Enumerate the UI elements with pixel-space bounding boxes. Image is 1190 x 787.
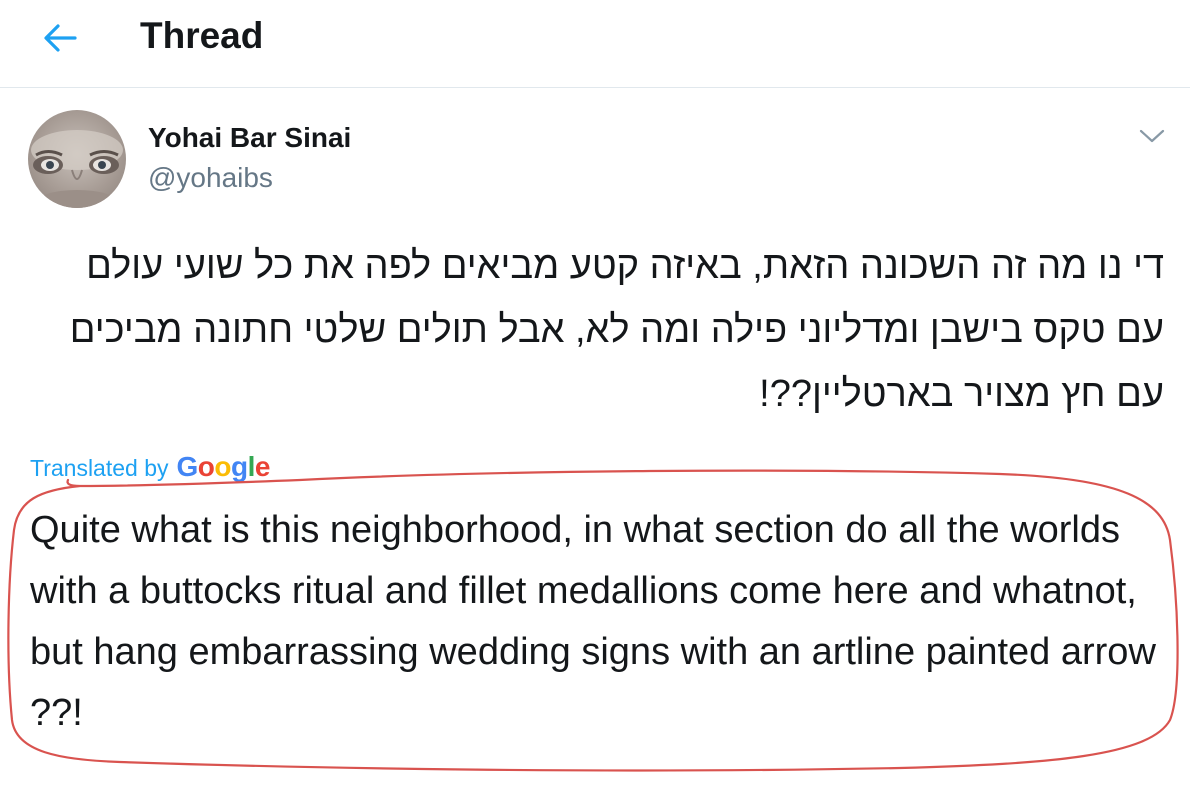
google-logo-letter: e: [254, 451, 271, 482]
avatar[interactable]: [28, 110, 126, 208]
thread-header: Thread: [0, 0, 1190, 88]
google-logo: Google: [176, 450, 271, 484]
author-display-name[interactable]: Yohai Bar Sinai: [148, 120, 351, 156]
page-title: Thread: [140, 15, 264, 56]
back-arrow-icon: [44, 24, 77, 52]
tweet-thread-screen: Thread Yohai Bar Sinai @yohaibs די נו מה…: [0, 0, 1190, 787]
avatar-photo: [31, 130, 123, 208]
tweet-translation-text: Quite what is this neighborhood, in what…: [30, 509, 1156, 734]
google-logo-letter: o: [214, 451, 231, 482]
google-logo-letter: g: [231, 451, 248, 482]
back-button[interactable]: [38, 16, 82, 60]
google-logo-letter: G: [176, 451, 199, 482]
translated-by-attribution[interactable]: Translated by Google: [30, 450, 270, 485]
google-logo-letter: l: [247, 451, 256, 482]
tweet-menu-button[interactable]: [1134, 118, 1170, 154]
translated-by-label: Translated by: [30, 455, 169, 481]
chevron-down-icon: [1139, 129, 1165, 143]
tweet-original-text: די נו מה זה השכונה הזאת, באיזה קטע מביאי…: [69, 245, 1164, 415]
google-logo-letter: o: [197, 451, 215, 482]
author-handle[interactable]: @yohaibs: [148, 160, 273, 196]
